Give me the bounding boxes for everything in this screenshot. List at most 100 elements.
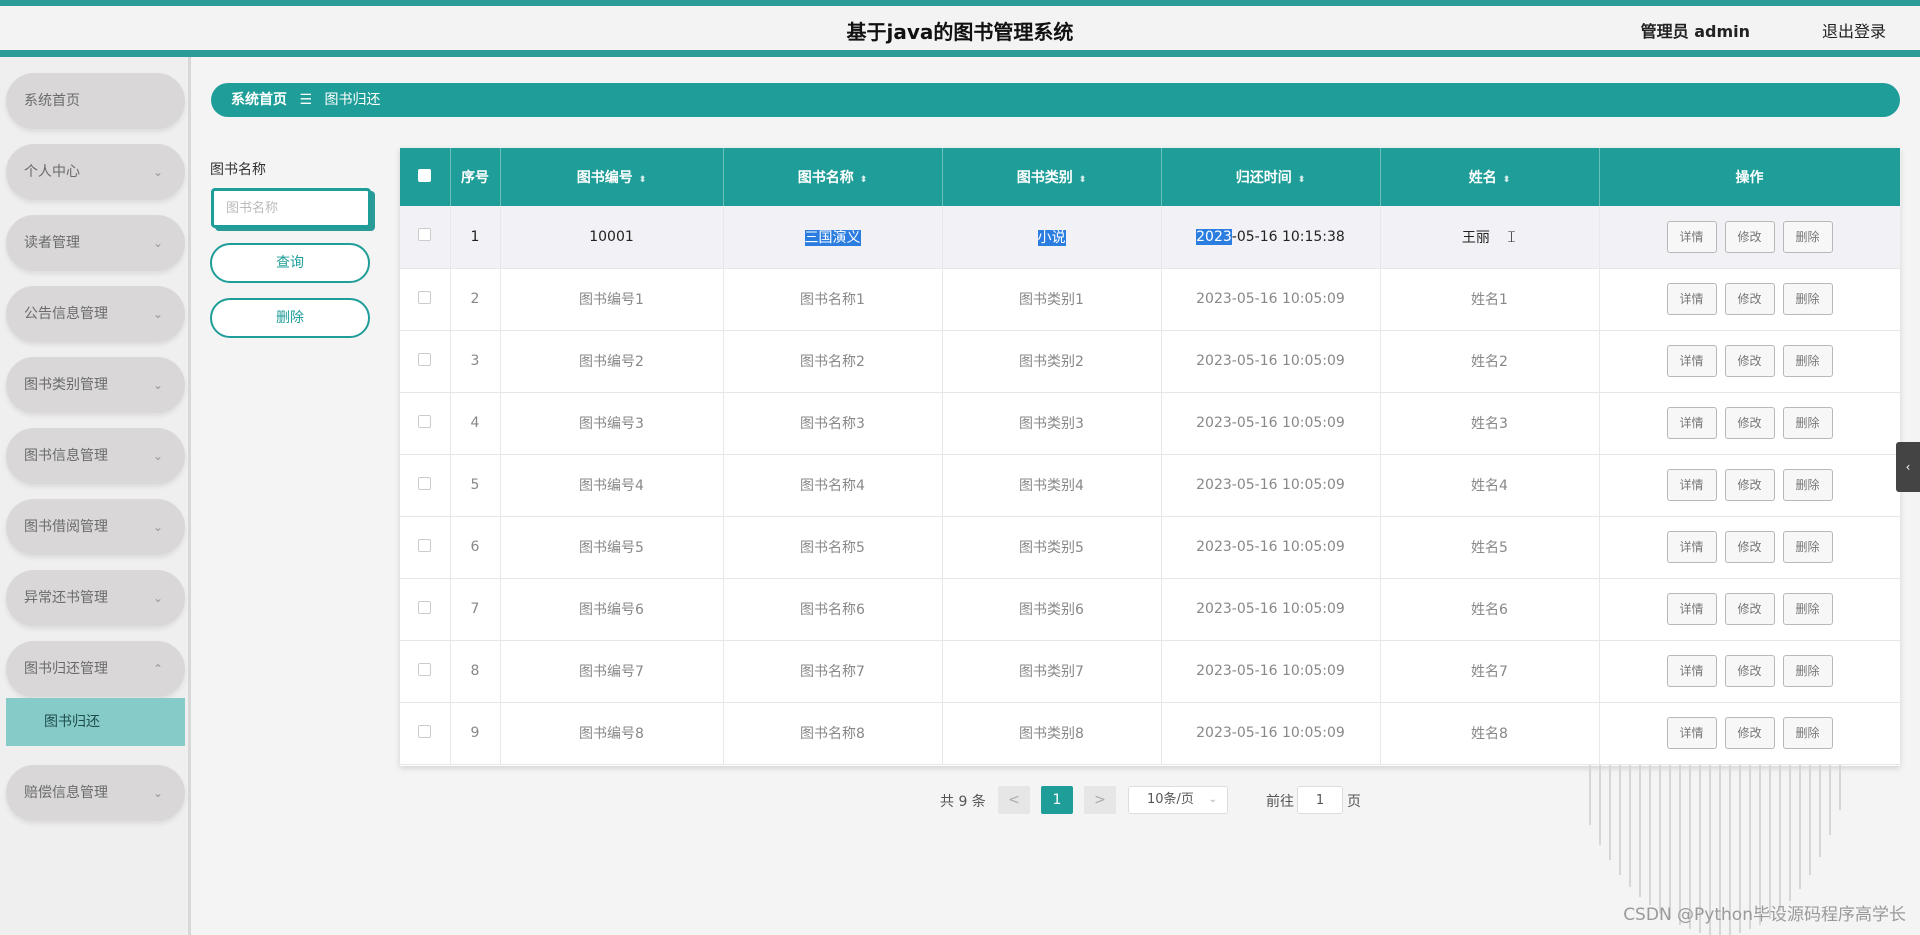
sidebar-item-readers[interactable]: 读者管理 ⌄ — [6, 215, 185, 271]
row-checkbox-cell[interactable] — [400, 578, 451, 640]
row-checkbox-cell[interactable] — [400, 330, 451, 392]
row-checkbox-cell[interactable] — [400, 640, 451, 702]
header-book-no[interactable]: 图书编号 ⬍ — [500, 148, 724, 206]
sort-icon[interactable]: ⬍ — [639, 175, 647, 185]
cell-return-time: 2023-05-16 10:05:09 — [1161, 516, 1381, 578]
collapse-panel-button[interactable]: ‹ — [1896, 442, 1920, 492]
detail-button[interactable]: 详情 — [1666, 345, 1717, 377]
edit-button[interactable]: 修改 — [1724, 407, 1775, 439]
detail-button[interactable]: 详情 — [1666, 655, 1717, 687]
prev-page-button[interactable]: < — [998, 786, 1030, 814]
cell-book-name: 图书名称1 — [723, 268, 943, 330]
cell-return-time: 2023-05-16 10:15:38 — [1161, 206, 1381, 268]
delete-button[interactable]: 删除 — [1782, 283, 1833, 315]
edit-button[interactable]: 修改 — [1724, 531, 1775, 563]
cell-book-no: 10001 — [500, 206, 724, 268]
row-checkbox-cell[interactable] — [400, 268, 451, 330]
delete-button[interactable]: 删除 — [1782, 593, 1833, 625]
row-checkbox[interactable] — [418, 352, 432, 366]
header-category[interactable]: 图书类别 ⬍ — [942, 148, 1162, 206]
cell-return-time: 2023-05-16 10:05:09 — [1161, 268, 1381, 330]
cell-index: 4 — [450, 392, 501, 454]
chevron-down-icon: ⌄ — [152, 307, 163, 321]
sidebar-item-book-categories[interactable]: 图书类别管理 ⌄ — [6, 357, 185, 413]
delete-button[interactable]: 删除 — [1782, 655, 1833, 687]
app-title: 基于java的图书管理系统 — [846, 20, 1074, 44]
edit-button[interactable]: 修改 — [1724, 220, 1775, 253]
row-checkbox[interactable] — [418, 290, 432, 304]
row-checkbox[interactable] — [418, 414, 432, 428]
delete-button[interactable]: 删除 — [1782, 469, 1833, 501]
edit-button[interactable]: 修改 — [1724, 283, 1775, 315]
watermark: CSDN @Python毕设源码程序高学长 — [1623, 905, 1906, 925]
table-row: 2 图书编号1 图书名称1 图书类别1 2023-05-16 10:05:09 … — [400, 268, 1901, 330]
row-checkbox[interactable] — [418, 600, 432, 614]
sidebar-item-personal-center[interactable]: 个人中心 ⌄ — [6, 144, 185, 200]
row-checkbox-cell[interactable] — [400, 454, 451, 516]
row-checkbox[interactable] — [418, 662, 432, 676]
edit-button[interactable]: 修改 — [1724, 655, 1775, 687]
row-checkbox[interactable] — [418, 724, 432, 738]
cell-category: 小说 — [942, 206, 1162, 268]
sidebar-item-home[interactable]: 系统首页 — [6, 73, 185, 129]
row-checkbox-cell[interactable] — [400, 392, 451, 454]
cell-category: 图书类别2 — [942, 330, 1162, 392]
detail-button[interactable]: 详情 — [1666, 469, 1717, 501]
sort-icon[interactable]: ⬍ — [860, 175, 868, 185]
page-number-button[interactable]: 1 — [1041, 786, 1073, 814]
detail-button[interactable]: 详情 — [1666, 531, 1717, 563]
sort-icon[interactable]: ⬍ — [1298, 175, 1306, 185]
edit-button[interactable]: 修改 — [1724, 717, 1775, 749]
cell-category: 图书类别6 — [942, 578, 1162, 640]
detail-button[interactable]: 详情 — [1666, 407, 1717, 439]
next-page-button[interactable]: > — [1084, 786, 1116, 814]
detail-button[interactable]: 详情 — [1666, 283, 1717, 315]
delete-button[interactable]: 删除 — [1782, 220, 1833, 253]
breadcrumb-current: 图书归还 — [324, 92, 381, 108]
header-book-name[interactable]: 图书名称 ⬍ — [723, 148, 943, 206]
delete-button[interactable]: 删除 — [1782, 531, 1833, 563]
edit-button[interactable]: 修改 — [1724, 469, 1775, 501]
sidebar-item-borrowing[interactable]: 图书借阅管理 ⌄ — [6, 499, 185, 555]
cell-book-no: 图书编号1 — [500, 268, 724, 330]
sidebar-item-label: 图书归还管理 — [24, 661, 108, 677]
delete-button[interactable]: 删除 — [1782, 407, 1833, 439]
logout-button[interactable]: 退出登录 — [1822, 18, 1886, 42]
sidebar-item-book-returns[interactable]: 图书归还管理 ⌃ — [6, 641, 185, 697]
table-row: 6 图书编号5 图书名称5 图书类别5 2023-05-16 10:05:09 … — [400, 516, 1901, 578]
book-name-search-input[interactable] — [211, 188, 371, 228]
cell-return-time: 2023-05-16 10:05:09 — [1161, 578, 1381, 640]
row-checkbox-cell[interactable] — [400, 702, 451, 764]
row-checkbox-cell[interactable] — [400, 206, 451, 268]
row-checkbox[interactable] — [418, 228, 432, 242]
sidebar-item-label: 图书信息管理 — [24, 448, 108, 464]
header-name[interactable]: 姓名 ⬍ — [1380, 148, 1600, 206]
cell-category: 图书类别4 — [942, 454, 1162, 516]
page-size-select[interactable]: 10条/页 ⌄ — [1128, 786, 1228, 814]
detail-button[interactable]: 详情 — [1666, 593, 1717, 625]
delete-button[interactable]: 删除 — [1782, 345, 1833, 377]
header-return-time[interactable]: 归还时间 ⬍ — [1161, 148, 1381, 206]
row-checkbox[interactable] — [418, 476, 432, 490]
header-select-all[interactable] — [400, 148, 451, 206]
row-checkbox-cell[interactable] — [400, 516, 451, 578]
detail-button[interactable]: 详情 — [1666, 717, 1717, 749]
sort-icon[interactable]: ⬍ — [1503, 175, 1511, 185]
sidebar-item-notices[interactable]: 公告信息管理 ⌄ — [6, 286, 185, 342]
cell-book-name: 图书名称5 — [723, 516, 943, 578]
edit-button[interactable]: 修改 — [1724, 593, 1775, 625]
edit-button[interactable]: 修改 — [1724, 345, 1775, 377]
breadcrumb-home[interactable]: 系统首页 — [231, 92, 287, 108]
query-button[interactable]: 查询 — [210, 243, 370, 283]
goto-page-input[interactable] — [1297, 786, 1343, 814]
sort-icon[interactable]: ⬍ — [1079, 175, 1087, 185]
delete-button[interactable]: 删除 — [1782, 717, 1833, 749]
cell-index: 7 — [450, 578, 501, 640]
select-all-checkbox[interactable] — [418, 168, 432, 182]
sidebar-subitem-book-return[interactable]: 图书归还 — [6, 698, 185, 746]
row-checkbox[interactable] — [418, 538, 432, 552]
detail-button[interactable]: 详情 — [1666, 220, 1717, 253]
batch-delete-button[interactable]: 删除 — [210, 298, 370, 338]
sidebar-item-book-info[interactable]: 图书信息管理 ⌄ — [6, 428, 185, 484]
sidebar-item-abnormal-returns[interactable]: 异常还书管理 ⌄ — [6, 570, 185, 626]
